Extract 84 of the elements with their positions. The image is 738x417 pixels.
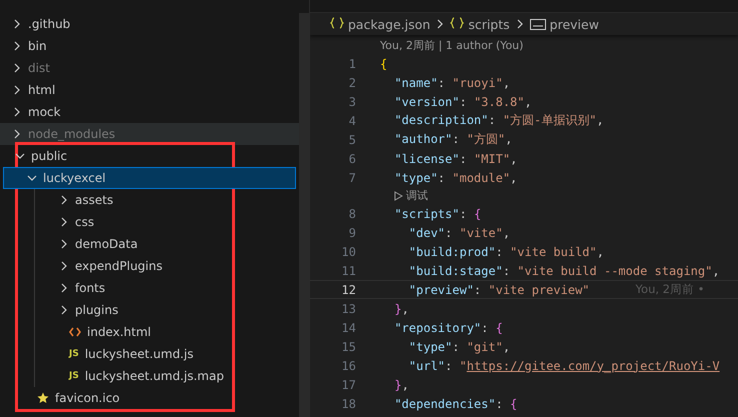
file-tree-item[interactable]: index.html	[35, 321, 296, 343]
line-number: 8	[348, 206, 357, 220]
chevron-right-icon	[12, 19, 22, 29]
code-line: "repository": {	[393, 320, 503, 334]
file-tree-item[interactable]: public	[3, 145, 296, 167]
file-tree-item[interactable]: demoData	[35, 233, 296, 255]
breadcrumb-item[interactable]: package.json	[330, 16, 430, 32]
file-tree-item[interactable]: dist	[0, 57, 299, 79]
file-tree-item[interactable]: luckyexcel	[3, 167, 296, 189]
braces-icon	[330, 16, 344, 32]
line-number: 17	[340, 378, 357, 392]
line-number: 15	[340, 340, 357, 354]
chevron-right-icon	[12, 85, 22, 95]
line-number: 10	[340, 244, 357, 258]
chevron-down-icon	[27, 173, 37, 183]
blame-annotation: You, 2周前 •	[636, 282, 704, 297]
breadcrumb-item[interactable]: preview	[530, 16, 599, 32]
chevron-right-icon	[12, 129, 22, 139]
star-icon	[37, 392, 49, 404]
code-line: "build:stage": "vite build --mode staging",	[408, 264, 720, 278]
file-tree-item[interactable]: .github	[0, 13, 299, 35]
line-number: 5	[348, 132, 357, 146]
debug-codelens[interactable]: 调试	[394, 188, 428, 203]
code-line: },	[393, 378, 409, 392]
chevron-right-icon	[435, 19, 446, 29]
code-line: "preview": "vite preview"	[408, 282, 590, 296]
code-line: },	[393, 302, 409, 316]
scrollbar[interactable]	[299, 13, 309, 417]
file-tree-item[interactable]: expendPlugins	[35, 255, 296, 277]
chevron-right-icon	[514, 19, 525, 29]
code-line: "dev": "vite",	[408, 226, 510, 240]
line-number: 3	[348, 94, 357, 108]
code-line: "description": "方圆-单据识别",	[393, 112, 604, 129]
file-tree-item[interactable]: fonts	[35, 277, 296, 299]
code-brackets-icon	[69, 327, 81, 337]
line-number: 2	[348, 76, 357, 90]
js-file-icon: JS	[69, 349, 79, 359]
code-line: "type": "module",	[393, 170, 518, 184]
file-tree-item[interactable]: bin	[0, 35, 299, 57]
chevron-right-icon	[59, 217, 69, 227]
line-number: 9	[348, 226, 357, 240]
string-symbol-icon	[530, 18, 546, 30]
line-number: 11	[340, 264, 357, 278]
chevron-right-icon	[12, 41, 22, 51]
codelens-text[interactable]: You, 2周前 | 1 author (You)	[380, 38, 524, 53]
code-line: "license": "MIT",	[393, 152, 518, 166]
line-number: 7	[348, 170, 357, 184]
line-number: 16	[340, 358, 357, 372]
code-line: "type": "git",	[408, 340, 510, 354]
chevron-right-icon	[59, 239, 69, 249]
file-tree-item[interactable]: plugins	[35, 299, 296, 321]
file-tree-item[interactable]: css	[35, 211, 296, 233]
line-number: 18	[340, 396, 357, 410]
braces-icon	[450, 16, 464, 32]
chevron-right-icon	[12, 63, 22, 73]
code-line: "version": "3.8.8",	[393, 94, 532, 108]
chevron-right-icon	[59, 261, 69, 271]
line-number: 1	[348, 56, 357, 70]
code-line: "build:prod": "vite build",	[408, 244, 604, 258]
chevron-down-icon	[15, 151, 25, 161]
chevron-right-icon	[59, 283, 69, 293]
line-number: 12	[340, 282, 357, 296]
line-number: 4	[348, 114, 357, 128]
code-line: "author": "方圆",	[393, 131, 512, 148]
line-number: 6	[348, 152, 357, 166]
line-number: 13	[340, 302, 357, 316]
file-tree-item[interactable]: favicon.ico	[3, 387, 296, 409]
file-tree-item[interactable]: html	[0, 79, 299, 101]
file-tree-item[interactable]: JS luckysheet.umd.js	[35, 343, 296, 365]
code-line: "dependencies": {	[393, 396, 518, 410]
code-line: "name": "ruoyi",	[393, 76, 510, 90]
code-line: {	[380, 56, 388, 70]
play-icon	[394, 190, 403, 200]
chevron-right-icon	[59, 195, 69, 205]
breadcrumb-item[interactable]: scripts	[450, 16, 510, 32]
file-tree-item[interactable]: assets	[35, 189, 296, 211]
js-file-icon: JS	[69, 371, 79, 381]
chevron-right-icon	[12, 107, 22, 117]
file-tree-item[interactable]: mock	[0, 101, 299, 123]
code-line: "url": "https://gitee.com/y_project/RuoYi-V	[408, 358, 720, 372]
line-number: 14	[340, 320, 357, 334]
code-line: "scripts": {	[393, 206, 482, 220]
file-tree-item[interactable]: JS luckysheet.umd.js.map	[35, 365, 296, 387]
chevron-right-icon	[59, 305, 69, 315]
